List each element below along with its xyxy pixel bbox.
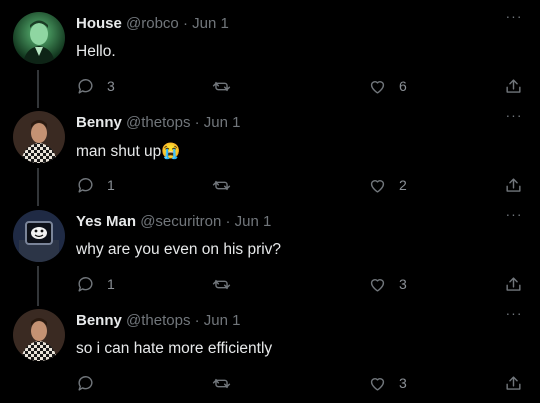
separator-dot: ·	[194, 114, 200, 131]
separator-dot: ·	[182, 15, 188, 32]
reply-count: 1	[107, 177, 115, 193]
tweet-text: man shut up😭	[76, 143, 181, 160]
tweet-date[interactable]: Jun 1	[204, 312, 241, 329]
like-count: 3	[399, 375, 407, 391]
heart-icon	[370, 80, 385, 94]
share-button[interactable]	[504, 273, 523, 295]
share-button[interactable]	[504, 174, 523, 196]
reply-count: 3	[107, 78, 115, 94]
tweet-text: why are you even on his priv?	[76, 241, 282, 258]
heart-icon	[370, 377, 385, 391]
tweet-actions: 3	[76, 372, 526, 394]
avatar[interactable]	[13, 12, 65, 64]
retweet-icon	[212, 81, 231, 91]
tweet-date[interactable]: Jun 1	[192, 15, 229, 32]
tweet-text: so i can hate more efficiently	[76, 340, 273, 357]
yesman-avatar-icon	[13, 210, 65, 262]
more-icon[interactable]: ···	[504, 207, 524, 222]
share-icon	[506, 276, 521, 291]
benny-avatar-icon	[13, 111, 65, 163]
share-button[interactable]	[504, 75, 523, 97]
user-handle[interactable]: @thetops	[126, 312, 190, 329]
retweet-button[interactable]	[212, 273, 231, 295]
avatar[interactable]	[13, 309, 65, 361]
tweet[interactable]: Benny @thetops · Jun 1 ··· man shut up😭 …	[0, 99, 540, 198]
like-button[interactable]: 6	[368, 75, 407, 97]
separator-dot: ·	[194, 312, 200, 329]
display-name[interactable]: Benny	[76, 312, 122, 329]
reply-button[interactable]	[76, 372, 107, 394]
reply-button[interactable]: 3	[76, 75, 115, 97]
like-count: 2	[399, 177, 407, 193]
more-icon[interactable]: ···	[504, 9, 524, 24]
tweet[interactable]: House @robco · Jun 1 ··· Hello. 3 6	[0, 0, 540, 99]
reply-icon	[78, 78, 93, 94]
tweet-header: House @robco · Jun 1	[76, 15, 229, 32]
share-button[interactable]	[504, 372, 523, 394]
tweet[interactable]: Benny @thetops · Jun 1 ··· so i can hate…	[0, 297, 540, 403]
retweet-icon	[212, 180, 231, 190]
reply-count: 1	[107, 276, 115, 292]
retweet-icon	[212, 378, 231, 388]
tweet-actions: 3 6	[76, 75, 526, 97]
like-count: 3	[399, 276, 407, 292]
more-icon[interactable]: ···	[504, 306, 524, 321]
reply-icon	[78, 177, 93, 193]
share-icon	[506, 177, 521, 192]
separator-dot: ·	[225, 213, 231, 230]
heart-icon	[370, 278, 385, 292]
user-handle[interactable]: @securitron	[140, 213, 221, 230]
user-handle[interactable]: @thetops	[126, 114, 190, 131]
heart-icon	[370, 179, 385, 193]
tweet-actions: 1 3	[76, 273, 526, 295]
retweet-button[interactable]	[212, 75, 231, 97]
tweet-text: Hello.	[76, 43, 116, 60]
avatar[interactable]	[13, 111, 65, 163]
like-button[interactable]: 3	[368, 372, 407, 394]
tweet-header: Yes Man @securitron · Jun 1	[76, 213, 271, 230]
like-button[interactable]: 2	[368, 174, 407, 196]
share-icon	[506, 375, 521, 390]
tweet-header: Benny @thetops · Jun 1	[76, 312, 241, 329]
more-icon[interactable]: ···	[504, 108, 524, 123]
like-count: 6	[399, 78, 407, 94]
reply-button[interactable]: 1	[76, 273, 115, 295]
avatar[interactable]	[13, 210, 65, 262]
reply-icon	[78, 276, 93, 292]
like-button[interactable]: 3	[368, 273, 407, 295]
reply-button[interactable]: 1	[76, 174, 115, 196]
share-icon	[506, 78, 521, 93]
retweet-button[interactable]	[212, 372, 231, 394]
tweet-header: Benny @thetops · Jun 1	[76, 114, 241, 131]
user-handle[interactable]: @robco	[126, 15, 179, 32]
display-name[interactable]: House	[76, 15, 122, 32]
reply-icon	[78, 375, 93, 391]
tweet-actions: 1 2	[76, 174, 526, 196]
retweet-button[interactable]	[212, 174, 231, 196]
display-name[interactable]: Yes Man	[76, 213, 136, 230]
tweet-date[interactable]: Jun 1	[204, 114, 241, 131]
house-avatar-icon	[13, 12, 65, 64]
tweet-date[interactable]: Jun 1	[235, 213, 272, 230]
tweet[interactable]: Yes Man @securitron · Jun 1 ··· why are …	[0, 198, 540, 297]
retweet-icon	[212, 279, 231, 289]
display-name[interactable]: Benny	[76, 114, 122, 131]
benny-avatar-icon	[13, 309, 65, 361]
